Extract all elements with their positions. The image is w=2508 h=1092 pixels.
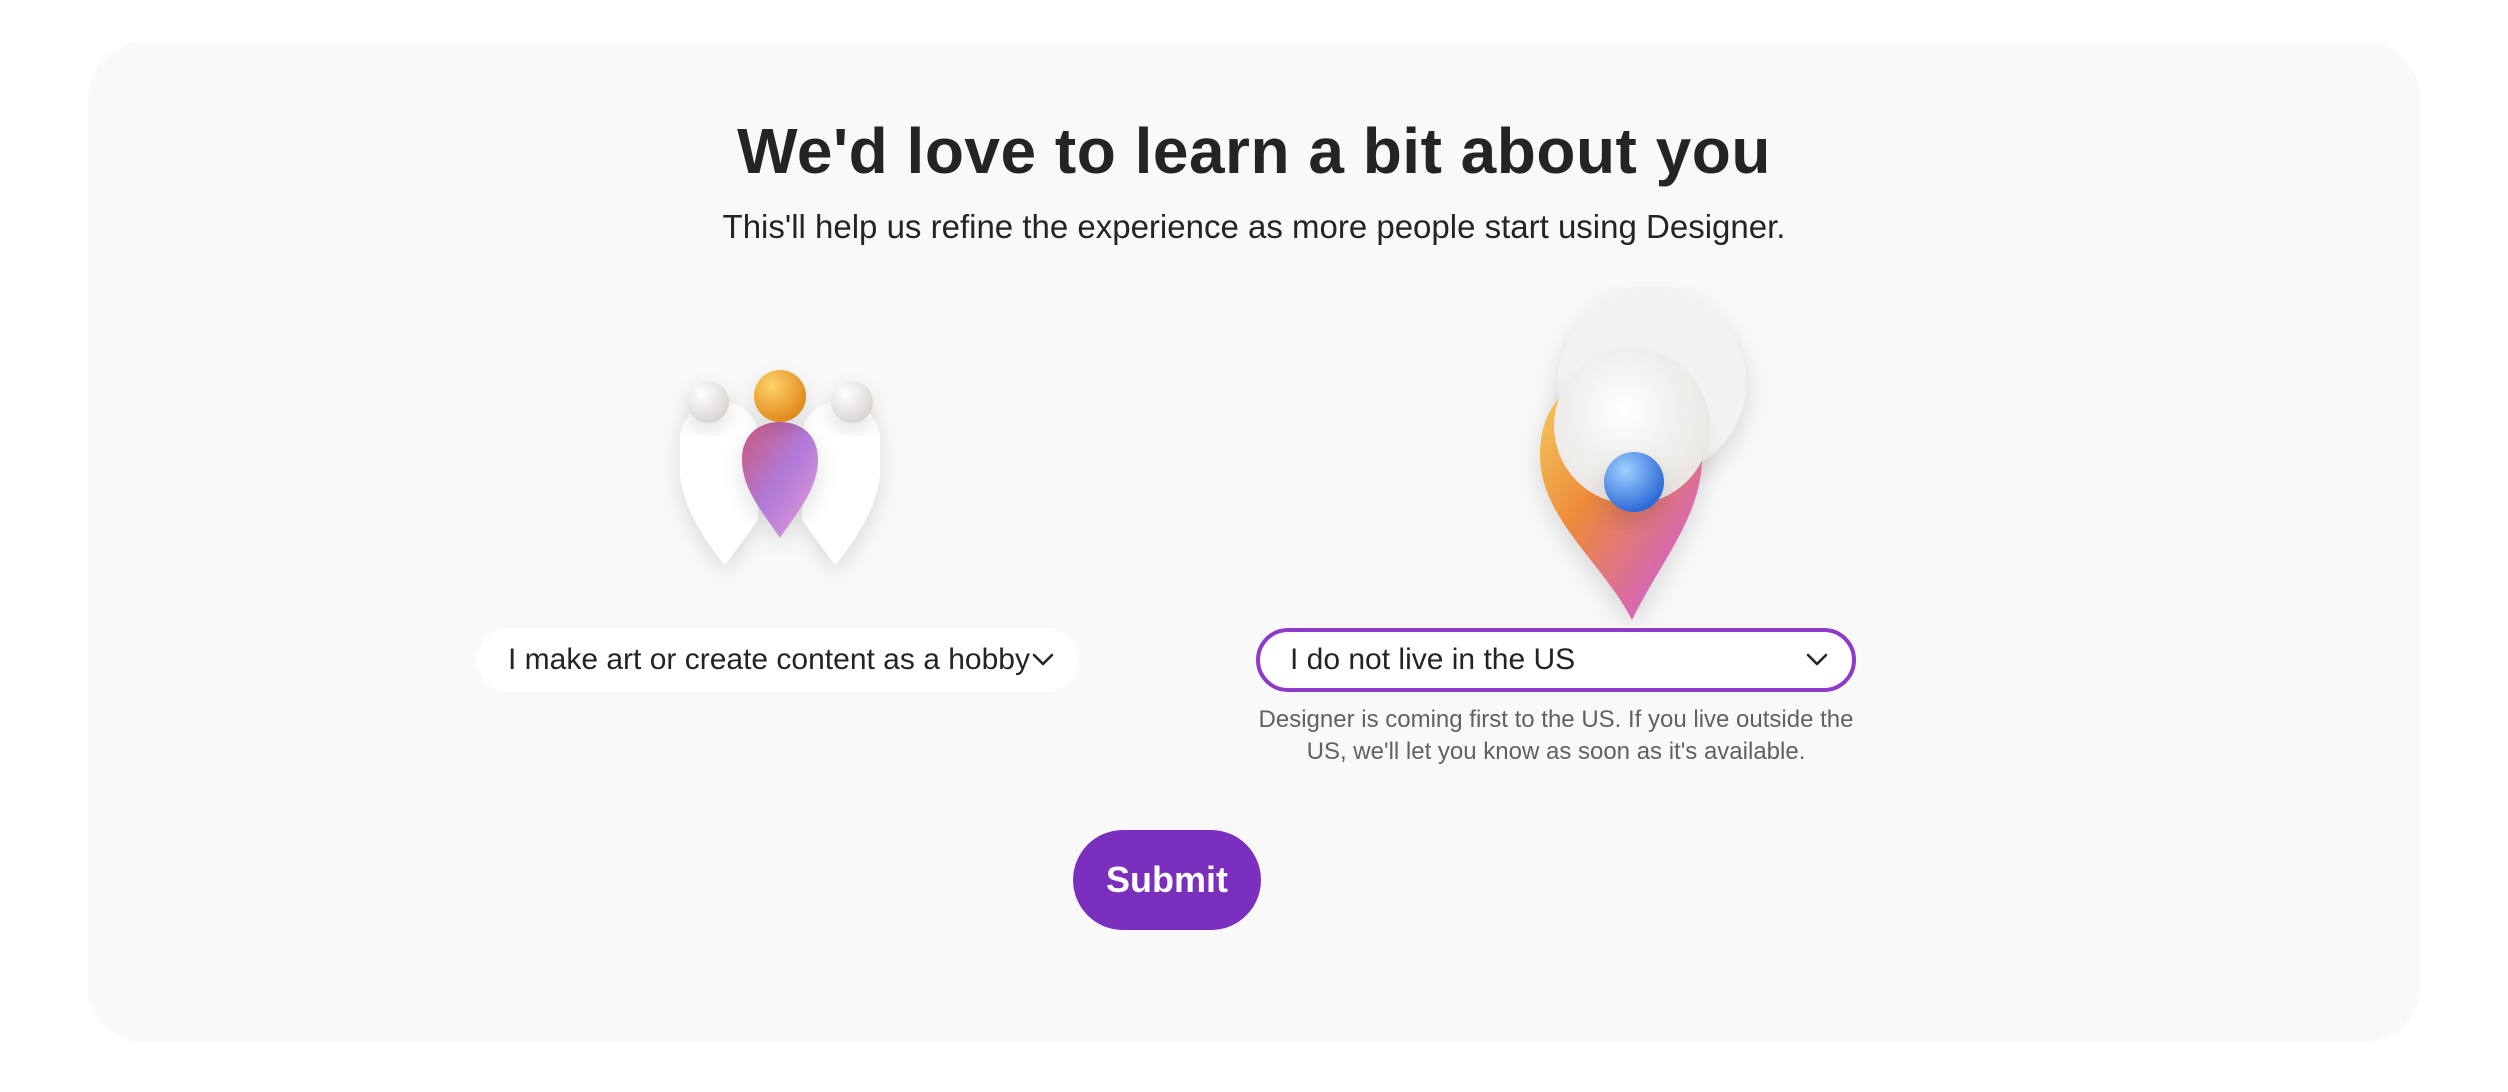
people-community-icon <box>630 320 930 610</box>
chevron-down-icon <box>1030 647 1056 673</box>
chevron-down-icon <box>1804 647 1830 673</box>
creator-type-value: I make art or create content as a hobby <box>508 643 1030 676</box>
location-helper-text: Designer is coming first to the US. If y… <box>1258 706 1854 765</box>
location-dropdown[interactable]: I do not live in the US <box>1256 628 1856 692</box>
page-subtitle: This'll help us refine the experience as… <box>722 208 1786 245</box>
submit-button[interactable]: Submit <box>1073 830 1261 930</box>
page-title: We'd love to learn a bit about you <box>737 115 1771 187</box>
creator-type-dropdown[interactable]: I make art or create content as a hobby <box>476 628 1078 692</box>
location-value: I do not live in the US <box>1290 643 1576 676</box>
location-pin-icon <box>1430 286 1790 626</box>
